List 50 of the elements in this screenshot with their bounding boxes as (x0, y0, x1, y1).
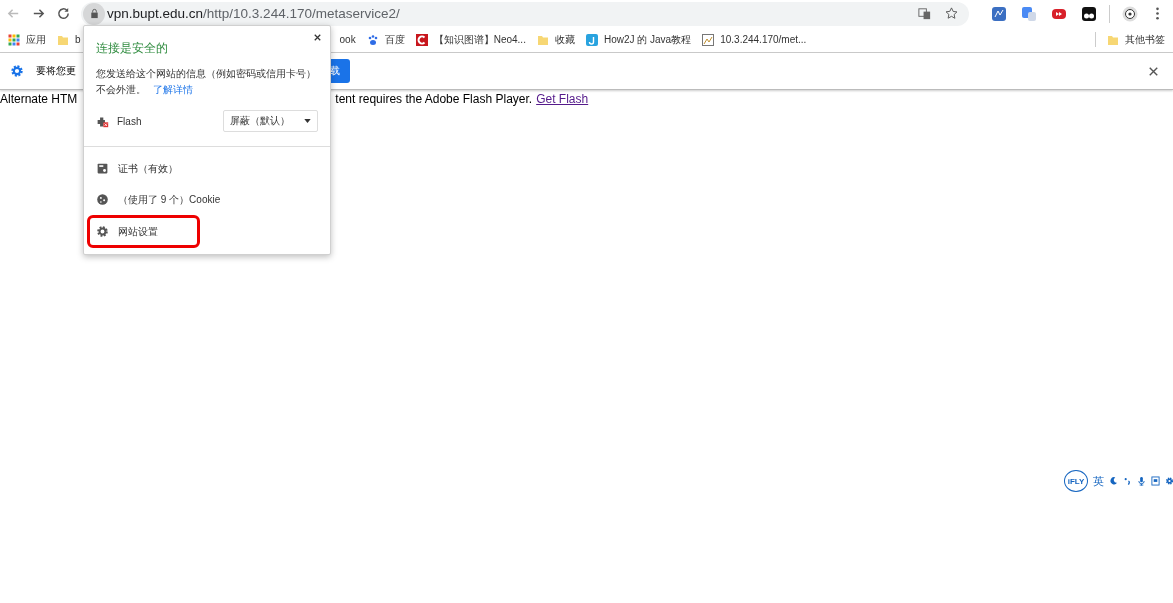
popup-menu-item[interactable]: 网站设置 (87, 215, 200, 248)
folder-icon (57, 33, 69, 46)
reload-icon[interactable] (56, 6, 71, 21)
learn-more-link[interactable]: 了解详情 (152, 84, 193, 95)
fallback-text: tent requires the Adobe Flash Player. (335, 92, 533, 106)
site-icon (585, 33, 598, 46)
bookmark[interactable]: 其他书签 (1107, 32, 1165, 47)
popup-menu-item[interactable]: 证书（有效） (84, 153, 330, 184)
punctuation-icon[interactable] (1123, 476, 1132, 486)
language-toggle[interactable]: 英 (1093, 473, 1104, 489)
get-flash-link[interactable]: Get Flash (536, 92, 589, 106)
bookmark[interactable]: 百度 (366, 32, 405, 47)
moon-icon[interactable] (1109, 476, 1118, 486)
extension-icon[interactable] (1081, 5, 1097, 22)
folder-icon (1107, 33, 1119, 46)
star-icon[interactable] (944, 6, 959, 21)
cookie-icon (96, 193, 109, 206)
paw-icon (366, 33, 379, 46)
keyboard-icon[interactable] (1151, 476, 1160, 486)
caret-icon (304, 119, 311, 123)
apps-grid-icon (8, 33, 20, 46)
bookmark[interactable]: 【知识图谱】Neo4... (415, 32, 526, 47)
site-icon (415, 33, 428, 46)
bookmark[interactable]: b (57, 33, 81, 46)
bookmark[interactable]: ook (339, 34, 356, 45)
bookmark[interactable]: 10.3.244.170/met... (702, 33, 807, 46)
popup-menu-item[interactable]: （使用了 9 个）Cookie (84, 184, 330, 215)
translate-extension-icon[interactable] (1021, 5, 1037, 22)
infobar-text: 要将您更 (36, 64, 76, 78)
plugin-blocked-icon (96, 114, 109, 128)
permission-label: Flash (117, 115, 142, 127)
settings-icon[interactable] (1165, 476, 1173, 486)
fallback-text: Alternate HTM (0, 92, 78, 106)
popup-title: 连接是安全的 (96, 40, 169, 57)
bookmark[interactable]: 应用 (8, 32, 46, 47)
permission-dropdown[interactable]: 屏蔽（默认） (223, 110, 318, 132)
profile-avatar-icon[interactable] (1122, 5, 1138, 22)
folder-icon (536, 33, 549, 46)
bookmark[interactable]: 收藏 (536, 32, 575, 47)
certificate-icon (96, 162, 109, 175)
close-icon[interactable] (312, 32, 323, 43)
microphone-icon[interactable] (1137, 476, 1146, 486)
address-bar[interactable]: vpn.bupt.edu.cn/http/10.3.244.170/metaservice2/ (81, 1, 969, 26)
settings-icon (10, 64, 24, 78)
lock-icon[interactable] (88, 8, 100, 19)
bookmark[interactable]: How2J 的 Java教程 (585, 32, 692, 47)
security-message: 您发送给这个网站的信息（例如密码或信用卡号）不会外泄。 了解详情 (96, 67, 317, 97)
image-icon (702, 33, 715, 46)
translate-icon[interactable] (917, 6, 932, 21)
settings-icon (96, 225, 109, 238)
